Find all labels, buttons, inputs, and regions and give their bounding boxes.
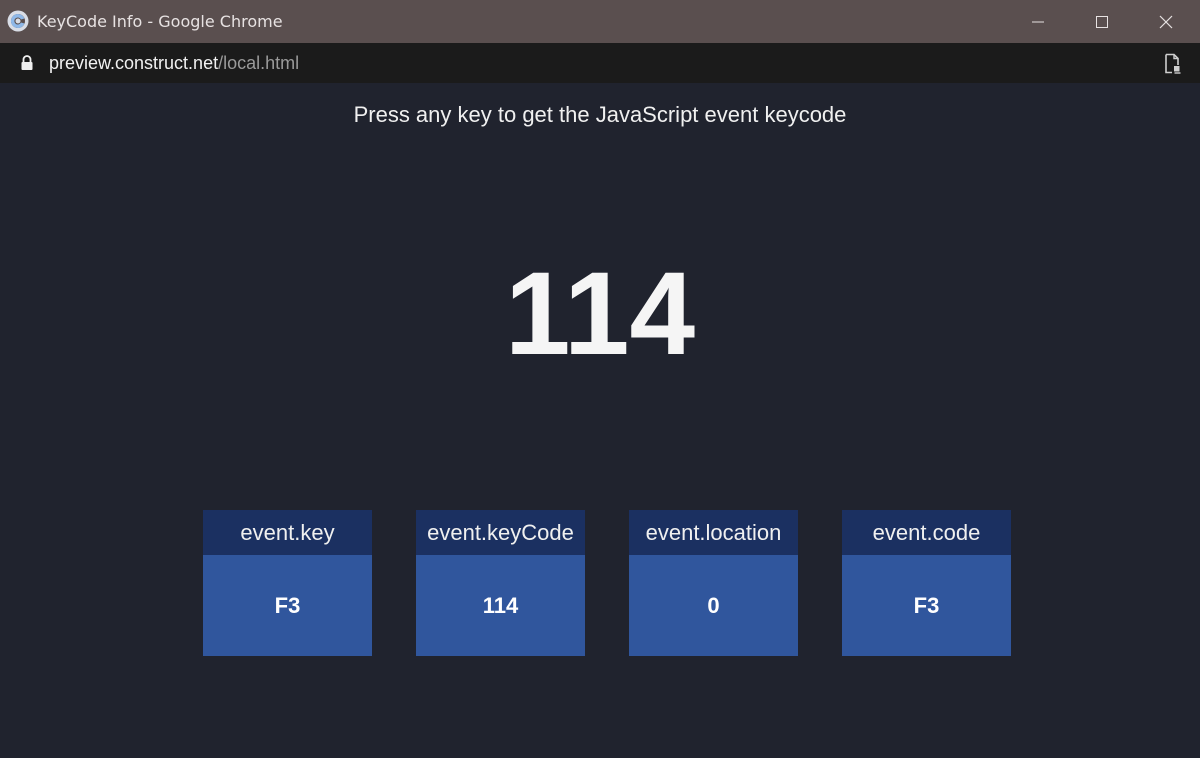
card-label: event.key xyxy=(203,510,372,555)
address-bar[interactable]: preview.construct.net/local.html xyxy=(0,43,1200,83)
window-title: KeyCode Info - Google Chrome xyxy=(37,12,283,31)
card-value: F3 xyxy=(842,555,1011,656)
card-label: event.location xyxy=(629,510,798,555)
card-event-code: event.code F3 xyxy=(842,510,1011,656)
instruction-text: Press any key to get the JavaScript even… xyxy=(353,102,847,127)
lock-icon xyxy=(21,55,33,70)
minimize-button[interactable] xyxy=(1006,0,1070,43)
document-icon[interactable] xyxy=(1163,53,1183,75)
card-event-location: event.location 0 xyxy=(629,510,798,656)
minimize-icon xyxy=(1032,21,1044,22)
card-value: 114 xyxy=(416,555,585,656)
close-icon xyxy=(1159,15,1173,28)
card-event-key: event.key F3 xyxy=(203,510,372,656)
construct-logo-icon xyxy=(7,10,29,32)
url-path: /local.html xyxy=(218,53,300,73)
url-host: preview.construct.net xyxy=(49,53,219,73)
browser-window: KeyCode Info - Google Chrome preview.con… xyxy=(0,0,1200,758)
page-content[interactable]: Press any key to get the JavaScript even… xyxy=(0,83,1200,758)
card-value: 0 xyxy=(629,555,798,656)
maximize-button[interactable] xyxy=(1070,0,1134,43)
close-button[interactable] xyxy=(1134,0,1198,43)
card-event-keycode: event.keyCode 114 xyxy=(416,510,585,656)
card-value: F3 xyxy=(203,555,372,656)
card-label: event.keyCode xyxy=(416,510,585,555)
url-text[interactable]: preview.construct.net/local.html xyxy=(49,53,299,74)
card-label: event.code xyxy=(842,510,1011,555)
title-bar[interactable]: KeyCode Info - Google Chrome xyxy=(0,0,1200,43)
keycode-display: 114 xyxy=(504,248,696,380)
maximize-icon xyxy=(1096,15,1108,28)
